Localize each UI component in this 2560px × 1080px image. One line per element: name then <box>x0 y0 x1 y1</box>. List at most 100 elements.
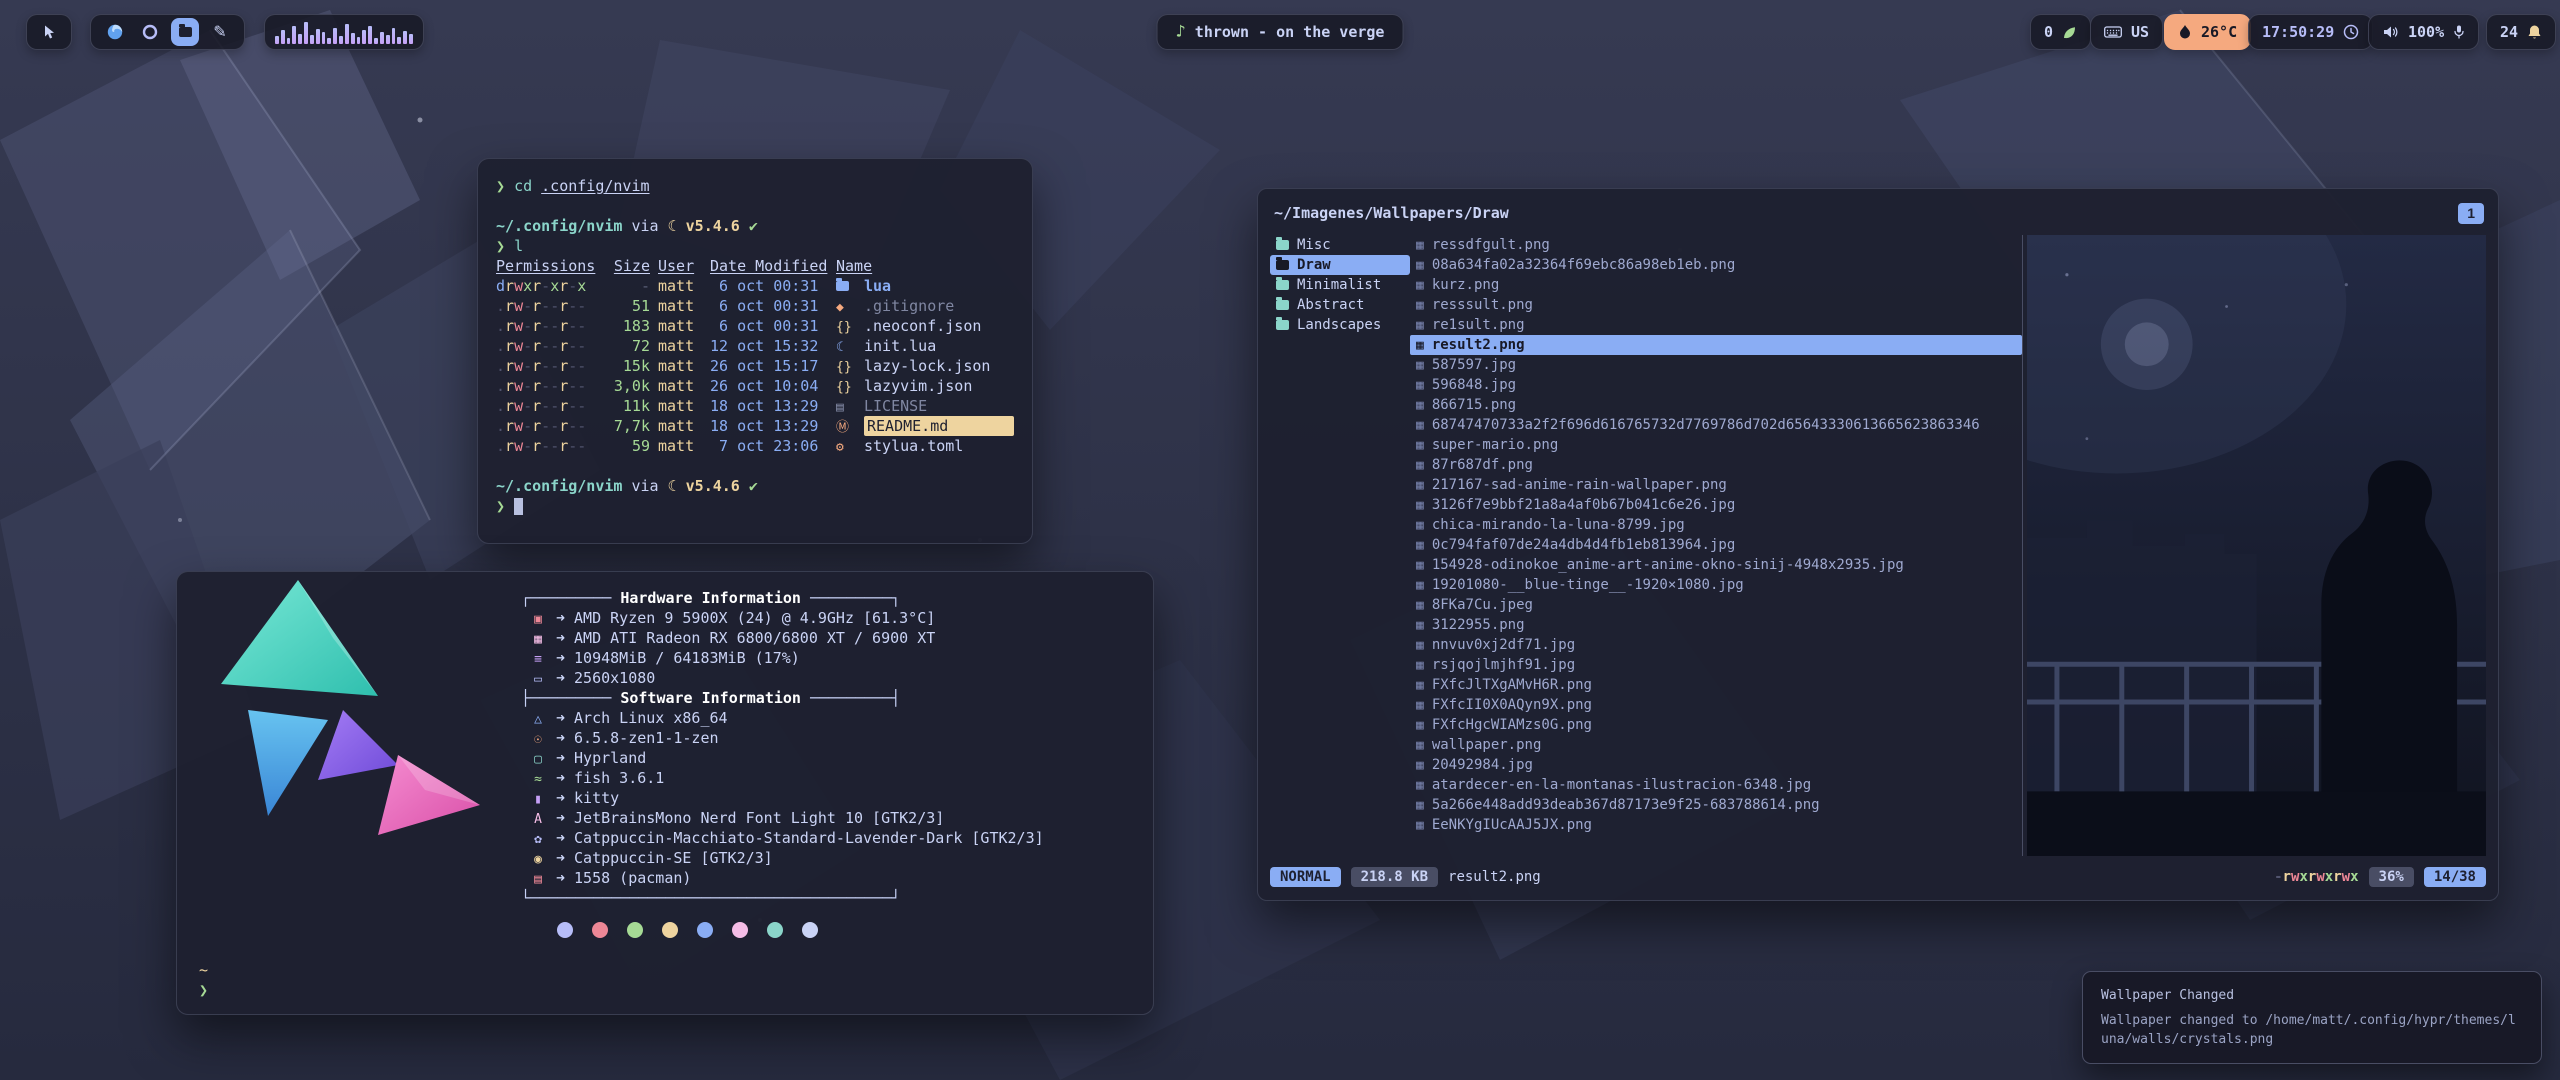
workspace-chat[interactable] <box>136 18 164 46</box>
file-name: lazy-lock.json <box>864 356 1014 376</box>
col-size: Size <box>604 256 650 276</box>
info-text: Catppuccin-SE [GTK2/3] <box>574 848 773 868</box>
image-icon <box>1416 678 1424 693</box>
file-size: 51 <box>604 296 650 316</box>
directory-item[interactable]: Landscapes <box>1270 315 1410 335</box>
workspace-paint[interactable]: ✎ <box>206 18 234 46</box>
music-widget[interactable]: ♪ thrown - on the verge <box>1157 14 1404 50</box>
arrow-icon: ➜ <box>556 708 565 728</box>
file-name: 154928-odinokoe_anime-art-anime-okno-sin… <box>1432 557 1904 573</box>
box-border: ─────────┐ <box>810 589 900 607</box>
file-item[interactable]: kurz.png <box>1410 275 2022 295</box>
file-type-icon: ▤ <box>836 400 844 415</box>
notification-body: Wallpaper changed to /home/matt/.config/… <box>2101 1011 2523 1049</box>
file-item[interactable]: FXfcJlTXgAMvH6R.png <box>1410 675 2022 695</box>
file-item[interactable]: atardecer-en-la-montanas-ilustracion-634… <box>1410 775 2022 795</box>
file-item[interactable]: 587597.jpg <box>1410 355 2022 375</box>
arrow-icon: ➜ <box>556 768 565 788</box>
paint-pen-icon: ✎ <box>213 22 226 42</box>
ls-file-row: .rw-r--r-- 183 matt 6 oct 00:31 {} .neoc… <box>496 316 1014 336</box>
file-item[interactable]: 5a266e448add93deab367d87173e9f25-6837886… <box>1410 795 2022 815</box>
file-item[interactable]: FXfcHgcWIAMzs0G.png <box>1410 715 2022 735</box>
notifications-widget[interactable]: 24 <box>2486 14 2556 50</box>
info-icon: ☉ <box>529 730 547 750</box>
clock-widget[interactable]: 17:50:29 <box>2248 14 2373 50</box>
file-name: 217167-sad-anime-rain-wallpaper.png <box>1432 477 1727 493</box>
directory-item[interactable]: Draw <box>1270 255 1410 275</box>
arrow-icon: ➜ <box>556 748 565 768</box>
file-item[interactable]: 866715.png <box>1410 395 2022 415</box>
clock-time: 17:50:29 <box>2262 23 2334 41</box>
file-item[interactable]: 8FKa7Cu.jpeg <box>1410 595 2022 615</box>
file-item[interactable]: FXfcII0X0AQyn9X.png <box>1410 695 2022 715</box>
file-item[interactable]: re1sult.png <box>1410 315 2022 335</box>
file-size-badge: 218.8 KB <box>1351 867 1438 887</box>
desktop: ✎ ♪ thrown - on the verge 0 US 26°C 17:5… <box>0 0 2560 1080</box>
volume-widget[interactable]: 100% <box>2368 14 2479 50</box>
file-item[interactable]: chica-mirando-la-luna-8799.jpg <box>1410 515 2022 535</box>
file-type-icon: Ⓜ <box>836 420 849 435</box>
file-type-icon: ◆ <box>836 300 844 315</box>
microphone-icon <box>2453 24 2465 40</box>
image-icon <box>1416 318 1424 333</box>
file-item[interactable]: super-mario.png <box>1410 435 2022 455</box>
info-line: ▮➜kitty <box>521 788 1044 808</box>
temperature-widget[interactable]: 26°C <box>2164 14 2251 50</box>
file-permissions: .rw-r--r-- <box>496 336 596 356</box>
image-icon <box>1416 498 1424 513</box>
launcher-button[interactable] <box>26 14 72 50</box>
col-user: User <box>658 256 702 276</box>
info-text: fish 3.6.1 <box>574 768 664 788</box>
file-item[interactable]: 08a634fa02a32364f69ebc86a98eb1eb.png <box>1410 255 2022 275</box>
file-owner: matt <box>658 316 702 336</box>
palette-dot <box>662 922 678 938</box>
file-item[interactable]: 68747470733a2f2f696d616765732d7769786d70… <box>1410 415 2022 435</box>
file-item[interactable]: 3126f7e9bbf21a8a4af0b67b041c6e26.jpg <box>1410 495 2022 515</box>
file-item[interactable]: result2.png <box>1410 335 2022 355</box>
hardware-info-list: ▣➜AMD Ryzen 9 5900X (24) @ 4.9GHz [61.3°… <box>521 608 1044 688</box>
scroll-percent-badge: 36% <box>2369 867 2414 887</box>
directory-item[interactable]: Misc <box>1270 235 1410 255</box>
browser-icon <box>106 23 124 41</box>
info-text: AMD Ryzen 9 5900X (24) @ 4.9GHz [61.3°C] <box>574 608 935 628</box>
file-listing: drwxr-xr-x - matt 6 oct 00:31 lua .rw-r-… <box>496 276 1014 456</box>
file-item[interactable]: EeNKYgIUcAAJ5JX.png <box>1410 815 2022 835</box>
file-item[interactable]: 596848.jpg <box>1410 375 2022 395</box>
info-icon: ▢ <box>529 750 547 770</box>
palette-dot <box>767 922 783 938</box>
palette-dot <box>697 922 713 938</box>
file-item[interactable]: 19201080-__blue-tinge__-1920×1080.jpg <box>1410 575 2022 595</box>
workspace-browser[interactable] <box>101 18 129 46</box>
file-item[interactable]: 217167-sad-anime-rain-wallpaper.png <box>1410 475 2022 495</box>
notification-popup[interactable]: Wallpaper Changed Wallpaper changed to /… <box>2082 971 2542 1064</box>
palette-dot <box>732 922 748 938</box>
leaf-icon <box>2062 25 2077 40</box>
file-item[interactable]: 87r687df.png <box>1410 455 2022 475</box>
file-item[interactable]: wallpaper.png <box>1410 735 2022 755</box>
directory-item[interactable]: Abstract <box>1270 295 1410 315</box>
col-permissions: Permissions <box>496 256 596 276</box>
col-date: Date Modified <box>710 256 828 276</box>
file-name: 87r687df.png <box>1432 457 1533 473</box>
file-item[interactable]: 0c794faf07de24a4db4d4fb1eb813964.jpg <box>1410 535 2022 555</box>
directory-name: Draw <box>1297 257 1331 273</box>
info-icon: ▮ <box>529 790 547 810</box>
prompt-icon: ❯ <box>496 237 505 255</box>
file-item[interactable]: rsjqojlmjhf91.jpg <box>1410 655 2022 675</box>
file-item[interactable]: ressdfgult.png <box>1410 235 2022 255</box>
file-item[interactable]: 3122955.png <box>1410 615 2022 635</box>
prompt-icon: ❯ <box>496 497 505 515</box>
image-icon <box>1416 698 1424 713</box>
folder-icon <box>1276 280 1289 290</box>
file-item[interactable]: 20492984.jpg <box>1410 755 2022 775</box>
workspace-files[interactable] <box>171 18 199 46</box>
keyboard-layout-widget[interactable]: US <box>2090 14 2163 50</box>
file-item[interactable]: resssult.png <box>1410 295 2022 315</box>
file-item[interactable]: 154928-odinokoe_anime-art-anime-okno-sin… <box>1410 555 2022 575</box>
tab-indicator[interactable]: 1 <box>2458 203 2484 224</box>
cwd-path: ~/.config/nvim <box>496 477 622 495</box>
file-type-icon: {} <box>836 360 852 375</box>
file-item[interactable]: nnvuv0xj2df71.jpg <box>1410 635 2022 655</box>
updates-widget[interactable]: 0 <box>2030 14 2091 50</box>
directory-item[interactable]: Minimalist <box>1270 275 1410 295</box>
